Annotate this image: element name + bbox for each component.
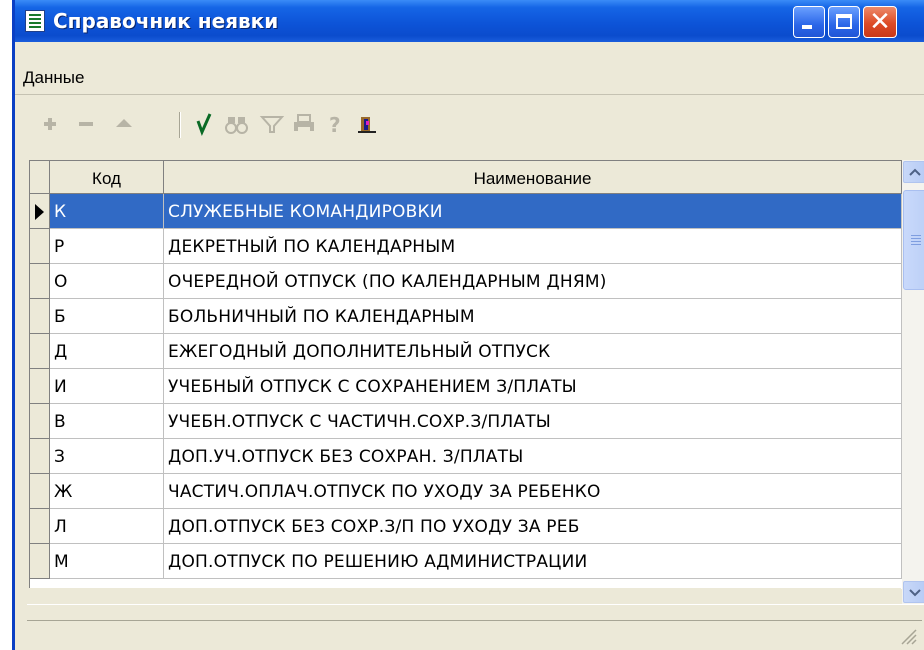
cell-code[interactable]: О (50, 264, 164, 299)
row-indicator[interactable] (30, 194, 50, 229)
cell-name[interactable]: ДОП.УЧ.ОТПУСК БЕЗ СОХРАН. З/ПЛАТЫ (164, 439, 902, 474)
check-icon (196, 113, 212, 137)
close-icon: ✕ (869, 7, 891, 37)
cell-code[interactable]: Б (50, 299, 164, 334)
table-row[interactable]: К СЛУЖЕБНЫЕ КОМАНДИРОВКИ (30, 194, 902, 229)
app-icon[interactable] (25, 10, 45, 32)
current-row-arrow-icon (35, 204, 44, 220)
chevron-up-icon (909, 168, 921, 176)
maximize-icon (836, 14, 852, 29)
menu-bar: Данные (15, 63, 924, 93)
row-indicator[interactable] (30, 299, 50, 334)
help-button[interactable]: ? (325, 108, 351, 140)
chevron-down-icon (909, 589, 921, 597)
table-row[interactable]: Л ДОП.ОТПУСК БЕЗ СОХР.З/П ПО УХОДУ ЗА РЕБ (30, 509, 902, 544)
add-button[interactable] (37, 108, 63, 140)
find-button[interactable] (223, 108, 249, 140)
scroll-thumb[interactable] (903, 190, 924, 290)
svg-text:?: ? (329, 113, 341, 137)
print-icon (294, 114, 314, 132)
table-row[interactable]: О ОЧЕРЕДНОЙ ОТПУСК (ПО КАЛЕНДАРНЫМ ДНЯМ) (30, 264, 902, 299)
row-indicator[interactable] (30, 229, 50, 264)
exit-button[interactable] (355, 108, 381, 140)
cell-name[interactable]: УЧЕБНЫЙ ОТПУСК С СОХРАНЕНИЕМ З/ПЛАТЫ (164, 369, 902, 404)
minimize-button[interactable] (793, 6, 825, 38)
cell-code[interactable]: Д (50, 334, 164, 369)
resize-grip-icon[interactable] (896, 624, 918, 646)
find-icon (225, 117, 248, 134)
table-row[interactable]: И УЧЕБНЫЙ ОТПУСК С СОХРАНЕНИЕМ З/ПЛАТЫ (30, 369, 902, 404)
close-button[interactable]: ✕ (863, 6, 897, 38)
filter-icon (259, 116, 285, 133)
menu-data[interactable]: Данные (23, 68, 84, 88)
grid-header: Код Наименование (30, 161, 902, 194)
cell-name[interactable]: УЧЕБН.ОТПУСК С ЧАСТИЧН.СОХР.З/ПЛАТЫ (164, 404, 902, 439)
row-indicator[interactable] (30, 404, 50, 439)
delete-icon (79, 122, 93, 126)
cell-code[interactable]: М (50, 544, 164, 579)
cell-code[interactable]: Л (50, 509, 164, 544)
cell-name[interactable]: ДОП.ОТПУСК БЕЗ СОХР.З/П ПО УХОДУ ЗА РЕБ (164, 509, 902, 544)
row-indicator[interactable] (30, 334, 50, 369)
add-icon (44, 118, 56, 130)
minimize-icon (802, 25, 812, 29)
confirm-button[interactable] (191, 108, 217, 140)
table-row[interactable]: Б БОЛЬНИЧНЫЙ ПО КАЛЕНДАРНЫМ (30, 299, 902, 334)
cell-code[interactable]: Ж (50, 474, 164, 509)
reference-window: Справочник неявки ✕ Данные ? Код Наимено… (12, 0, 924, 650)
cell-code[interactable]: Р (50, 229, 164, 264)
toolbar-separator (179, 112, 181, 138)
cell-name[interactable]: ДЕКРЕТНЫЙ ПО КАЛЕНДАРНЫМ (164, 229, 902, 264)
table-row[interactable]: З ДОП.УЧ.ОТПУСК БЕЗ СОХРАН. З/ПЛАТЫ (30, 439, 902, 474)
cell-name[interactable]: ЕЖЕГОДНЫЙ ДОПОЛНИТЕЛЬНЫЙ ОТПУСК (164, 334, 902, 369)
delete-button[interactable] (73, 108, 99, 140)
cell-code[interactable]: З (50, 439, 164, 474)
status-bar (27, 620, 922, 649)
cell-name[interactable]: ОЧЕРЕДНОЙ ОТПУСК (ПО КАЛЕНДАРНЫМ ДНЯМ) (164, 264, 902, 299)
cell-name[interactable]: СЛУЖЕБНЫЕ КОМАНДИРОВКИ (164, 194, 902, 229)
grid-footer-area (29, 588, 901, 604)
menu-divider (15, 94, 924, 95)
cell-name[interactable]: ДОП.ОТПУСК ПО РЕШЕНИЮ АДМИНИСТРАЦИИ (164, 544, 902, 579)
row-indicator[interactable] (30, 474, 50, 509)
row-indicator[interactable] (30, 369, 50, 404)
grid-bottom-edge (27, 604, 924, 605)
toolbar: ? (15, 108, 924, 144)
maximize-button[interactable] (828, 6, 860, 38)
column-header-name[interactable]: Наименование (164, 161, 902, 194)
row-indicator[interactable] (30, 544, 50, 579)
print-button[interactable] (291, 108, 317, 140)
table-row[interactable]: Ж ЧАСТИЧ.ОПЛАЧ.ОТПУСК ПО УХОДУ ЗА РЕБЕНКО (30, 474, 902, 509)
cell-code[interactable]: К (50, 194, 164, 229)
table-row[interactable]: В УЧЕБН.ОТПУСК С ЧАСТИЧН.СОХР.З/ПЛАТЫ (30, 404, 902, 439)
cell-name[interactable]: БОЛЬНИЧНЫЙ ПО КАЛЕНДАРНЫМ (164, 299, 902, 334)
window-title: Справочник неявки (53, 9, 279, 33)
row-indicator[interactable] (30, 439, 50, 474)
table-row[interactable]: М ДОП.ОТПУСК ПО РЕШЕНИЮ АДМИНИСТРАЦИИ (30, 544, 902, 579)
column-header-code[interactable]: Код (50, 161, 164, 194)
filter-button[interactable] (259, 108, 285, 140)
scroll-down-button[interactable] (903, 581, 924, 603)
row-indicator[interactable] (30, 264, 50, 299)
row-indicator[interactable] (30, 509, 50, 544)
help-icon: ? (329, 113, 341, 137)
table-row[interactable]: Р ДЕКРЕТНЫЙ ПО КАЛЕНДАРНЫМ (30, 229, 902, 264)
data-grid[interactable]: Код Наименование К СЛУЖЕБНЫЕ КОМАНДИРОВКИ… (29, 160, 902, 589)
move-up-icon (116, 119, 132, 127)
vertical-scrollbar[interactable] (902, 160, 924, 604)
header-indicator-cell (30, 161, 50, 194)
cell-code[interactable]: В (50, 404, 164, 439)
exit-icon (358, 117, 376, 133)
scroll-up-button[interactable] (903, 161, 924, 183)
cell-code[interactable]: И (50, 369, 164, 404)
title-bar[interactable]: Справочник неявки ✕ (15, 0, 924, 42)
cell-name[interactable]: ЧАСТИЧ.ОПЛАЧ.ОТПУСК ПО УХОДУ ЗА РЕБЕНКО (164, 474, 902, 509)
move-up-button[interactable] (111, 108, 137, 140)
table-row[interactable]: Д ЕЖЕГОДНЫЙ ДОПОЛНИТЕЛЬНЫЙ ОТПУСК (30, 334, 902, 369)
